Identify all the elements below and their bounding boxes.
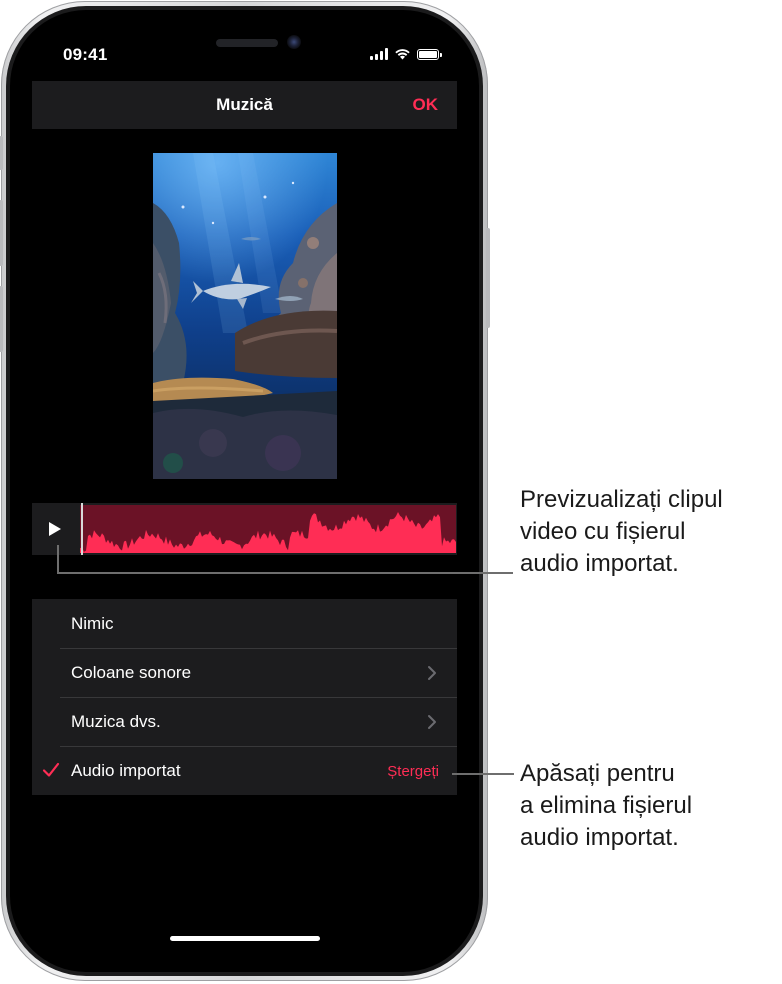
mute-switch: [0, 136, 3, 170]
chevron-right-icon: [428, 715, 436, 729]
callout-delete-text: Apăsați pentru a elimina fișierul audio …: [520, 758, 692, 854]
list-item-label: Audio importat: [71, 761, 181, 780]
callout-line: audio importat.: [520, 550, 679, 577]
audio-timeline[interactable]: [32, 503, 457, 555]
chevron-right-icon: [428, 666, 436, 680]
list-item-muzica-dvs[interactable]: Muzica dvs.: [32, 697, 457, 747]
status-icons: [370, 47, 442, 61]
audio-waveform: [80, 512, 456, 553]
device-screen: 09:41 Muzică OK Nimic Coloane sonore Muz…: [32, 19, 457, 962]
delete-button[interactable]: Ștergeți: [387, 763, 439, 780]
power-button: [486, 228, 490, 328]
battery-icon: [417, 48, 442, 60]
video-preview[interactable]: [153, 153, 337, 479]
callout-line-delete: [452, 773, 514, 775]
ok-button[interactable]: OK: [413, 95, 439, 115]
waveform-track: [80, 505, 456, 553]
speaker-grille: [216, 39, 278, 47]
callout-line-preview-horizontal: [57, 572, 513, 574]
list-item-nimic[interactable]: Nimic: [32, 599, 457, 649]
list-item-label: Nimic: [71, 614, 114, 633]
checkmark-icon: [42, 762, 60, 777]
front-camera: [287, 35, 301, 49]
callout-preview-text: Previzualizați clipul video cu fișierul …: [520, 484, 723, 580]
wifi-icon: [395, 49, 410, 60]
list-item-label: Muzica dvs.: [71, 712, 161, 731]
callout-line: Previzualizați clipul: [520, 486, 723, 513]
signal-icon: [370, 48, 388, 60]
play-button[interactable]: [32, 503, 78, 555]
home-indicator[interactable]: [170, 936, 320, 941]
callout-line: audio importat.: [520, 824, 679, 851]
list-item-label: Coloane sonore: [71, 663, 192, 682]
status-time: 09:41: [63, 45, 108, 64]
page-title: Muzică: [216, 95, 273, 114]
playhead[interactable]: [81, 503, 83, 555]
list-item-audio-importat[interactable]: Audio importat Ștergeți: [32, 746, 457, 795]
callout-line: video cu fișierul: [520, 518, 686, 545]
play-icon: [49, 522, 61, 536]
waveform-fill: [80, 512, 456, 553]
callout-line: a elimina fișierul: [520, 792, 693, 819]
music-source-list: Nimic Coloane sonore Muzica dvs. Audio i…: [32, 599, 457, 795]
navigation-bar: Muzică OK: [32, 81, 457, 129]
callout-line: Apăsați pentru: [520, 760, 675, 787]
callout-line-preview-vertical: [57, 545, 59, 573]
volume-down-button: [0, 286, 3, 352]
volume-up-button: [0, 200, 3, 266]
aquarium-scene-image: [153, 153, 337, 479]
notch: [134, 19, 356, 65]
list-item-coloane-sonore[interactable]: Coloane sonore: [32, 648, 457, 698]
